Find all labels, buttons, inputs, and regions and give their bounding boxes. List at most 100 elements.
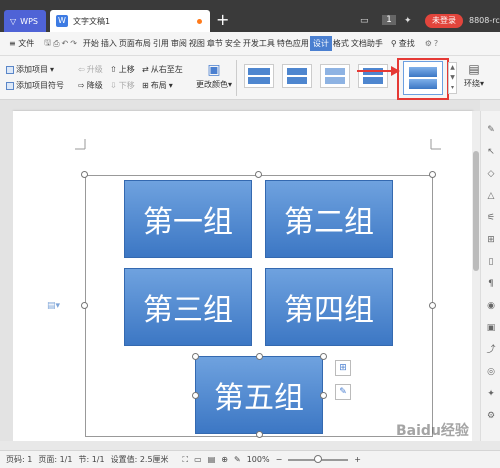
wrap-icon: ▤: [468, 62, 480, 76]
menu-security[interactable]: 安全: [224, 38, 242, 49]
read-mode-icon[interactable]: ▭: [194, 455, 202, 464]
search-button[interactable]: 查找: [398, 38, 416, 49]
document-icon[interactable]: ▯: [486, 257, 496, 267]
share-icon[interactable]: ⤴: [486, 345, 496, 355]
compass-icon[interactable]: ◎: [486, 367, 496, 377]
ribbon-divider: [236, 60, 237, 96]
smartart-node-1[interactable]: 第一组: [124, 180, 252, 258]
vertical-scrollbar[interactable]: [472, 111, 480, 441]
triangle-icon[interactable]: △: [486, 191, 496, 201]
menu-insert[interactable]: 插入: [100, 38, 118, 49]
paragraph-icon[interactable]: ¶: [486, 279, 496, 289]
node-handle[interactable]: [320, 353, 327, 360]
camera-icon[interactable]: ◉: [486, 301, 496, 311]
node-handle[interactable]: [192, 353, 199, 360]
change-color-button[interactable]: ▣ 更改颜色▾: [196, 62, 232, 90]
save-icon[interactable]: 🖫: [43, 37, 52, 51]
zoom-slider[interactable]: [288, 454, 349, 463]
frame-handle[interactable]: [429, 171, 436, 178]
promote-label: 升级: [86, 65, 103, 74]
menu-section[interactable]: 章节: [206, 38, 224, 49]
settings-icon[interactable]: ⚙: [486, 411, 496, 421]
wrap-button[interactable]: ▤ 环绕▾: [464, 62, 484, 89]
adjust-icon[interactable]: ⚟: [486, 213, 496, 223]
sparkle-icon[interactable]: ✦: [486, 389, 496, 399]
shape-icon[interactable]: ◇: [486, 169, 496, 179]
pen-icon[interactable]: ✎: [486, 125, 496, 135]
add-bullet-label: 添加项目符号: [16, 81, 64, 90]
add-item-button[interactable]: 添加项目 ▾: [6, 64, 54, 75]
print-layout-icon[interactable]: ▤: [208, 455, 216, 464]
edit-pen-icon[interactable]: ✎: [335, 384, 351, 400]
frame-handle[interactable]: [81, 171, 88, 178]
node-handle[interactable]: [320, 392, 327, 399]
smartart-node-2[interactable]: 第二组: [265, 180, 393, 258]
arrow-down-icon: ⇩: [110, 81, 117, 90]
menu-home[interactable]: 开始: [82, 38, 100, 49]
zoom-in-icon[interactable]: +: [354, 455, 361, 464]
menu-view[interactable]: 视图: [188, 38, 206, 49]
gallery-scroll[interactable]: ▲ ▼ ▾: [448, 62, 457, 94]
help-icon[interactable]: ?: [433, 39, 439, 48]
bottom-gap: [0, 441, 500, 450]
new-tab-button[interactable]: +: [216, 10, 229, 29]
settings-icon[interactable]: ⚙: [424, 39, 433, 48]
smartart-node-4[interactable]: 第四组: [265, 268, 393, 346]
node-handle[interactable]: [256, 431, 263, 438]
paragraph-anchor-icon[interactable]: ▤▾: [47, 301, 60, 311]
smartart-node-3[interactable]: 第三组: [124, 268, 252, 346]
document-icon: W: [56, 15, 68, 27]
menu-doc-assistant[interactable]: 文档助手: [350, 38, 384, 49]
wps-app-tab[interactable]: ▽ WPS: [4, 10, 46, 32]
move-up-button[interactable]: ⇧ 上移: [110, 64, 135, 75]
menu-format[interactable]: 格式: [332, 38, 350, 49]
user-code: 8808-rc: [469, 16, 500, 25]
move-down-button[interactable]: ⇩ 下移: [110, 80, 135, 91]
frame-handle[interactable]: [429, 302, 436, 309]
image-icon[interactable]: ▣: [486, 323, 496, 333]
document-tab[interactable]: W 文字文稿1: [50, 10, 210, 32]
zoom-value[interactable]: 100%: [247, 455, 270, 464]
menu-special[interactable]: 特色应用: [276, 38, 310, 49]
outline-icon[interactable]: ✎: [234, 455, 241, 464]
web-layout-icon[interactable]: ⊕: [221, 455, 228, 464]
file-menu[interactable]: ≡ 文件: [8, 38, 35, 49]
rtl-button[interactable]: ⇄ 从右至左: [142, 64, 183, 75]
smartart-style-selected[interactable]: [403, 61, 443, 95]
move-up-label: 上移: [118, 65, 135, 74]
smartart-style-1[interactable]: [244, 64, 274, 88]
redo-icon[interactable]: ↷: [69, 39, 78, 48]
undo-icon[interactable]: ↶: [60, 39, 69, 48]
search-icon[interactable]: ⚲: [390, 39, 398, 48]
node-handle[interactable]: [192, 392, 199, 399]
rtl-icon: ⇄: [142, 65, 149, 74]
monitor-icon[interactable]: ▭: [360, 16, 369, 26]
demote-button[interactable]: ⇨ 降级: [78, 80, 103, 91]
menu-review[interactable]: 审阅: [170, 38, 188, 49]
tab-count-badge[interactable]: 1: [382, 15, 396, 25]
print-icon[interactable]: ⎙: [52, 39, 60, 49]
frame-handle[interactable]: [81, 302, 88, 309]
scroll-thumb[interactable]: [473, 151, 479, 271]
focus-icon[interactable]: ⛶: [183, 455, 189, 465]
pointer-icon[interactable]: ↖: [486, 147, 496, 157]
login-button[interactable]: 未登录: [425, 14, 463, 28]
menu-references[interactable]: 引用: [152, 38, 170, 49]
smartart-node-5[interactable]: 第五组: [195, 356, 323, 434]
smartart-style-2[interactable]: [282, 64, 312, 88]
frame-handle[interactable]: [255, 171, 262, 178]
shirt-icon[interactable]: ✦: [404, 16, 412, 26]
zoom-out-icon[interactable]: −: [276, 455, 283, 464]
menu-developer[interactable]: 开发工具: [242, 38, 276, 49]
promote-button[interactable]: ⇦ 升级: [78, 64, 103, 75]
table-icon[interactable]: ⊞: [486, 235, 496, 245]
node-handle[interactable]: [256, 353, 263, 360]
layout-options-icon[interactable]: ⊞: [335, 360, 351, 376]
menu-design[interactable]: 设计: [309, 36, 332, 51]
wps-logo-icon: ▽: [10, 16, 17, 26]
smartart-style-3[interactable]: [320, 64, 350, 88]
add-bullet-button[interactable]: 添加项目符号: [6, 80, 64, 91]
menu-page-layout[interactable]: 页面布局: [118, 38, 152, 49]
layout-button[interactable]: ⊞ 布局 ▾: [142, 80, 173, 91]
zoom-slider-knob[interactable]: [314, 454, 323, 463]
